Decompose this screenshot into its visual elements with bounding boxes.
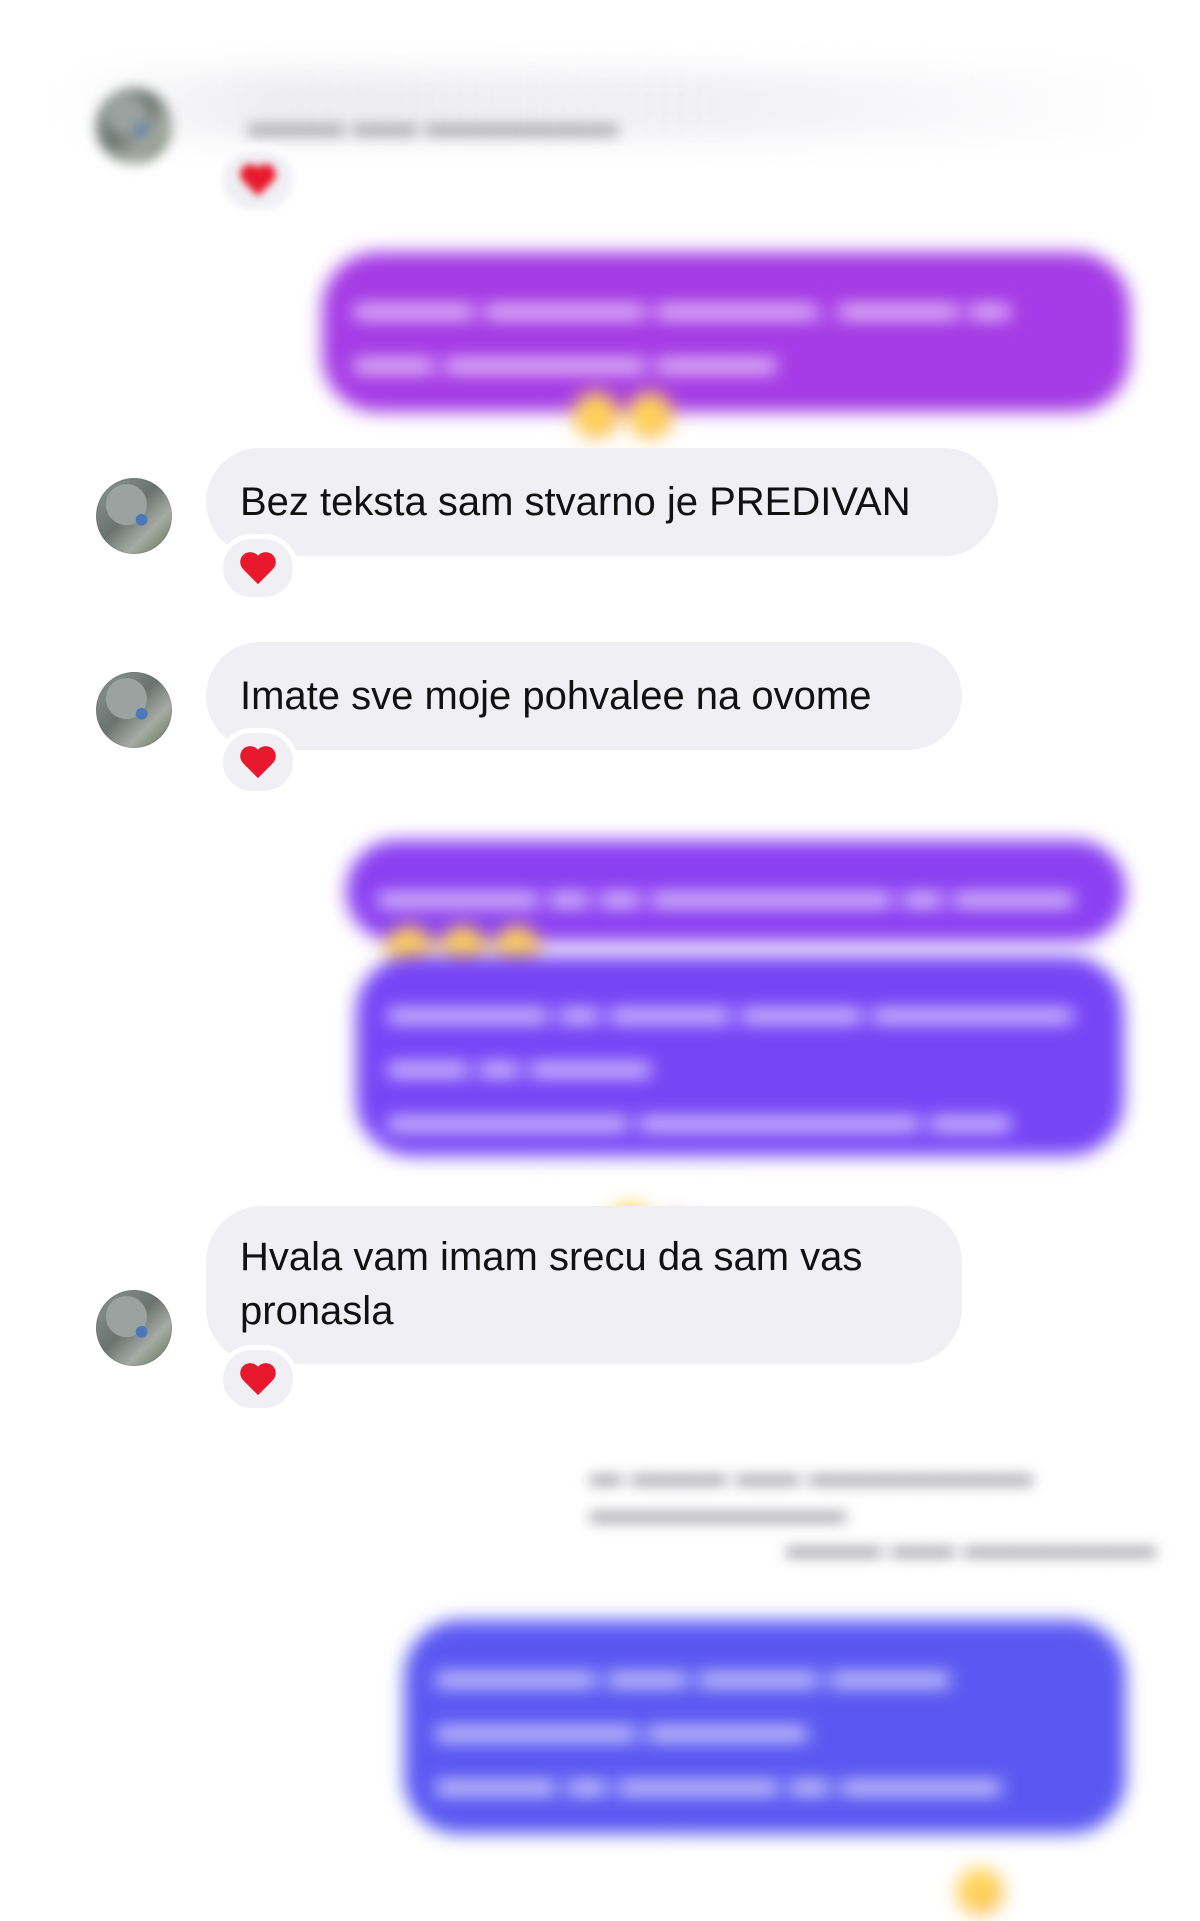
outgoing-message[interactable]: ▬▬▬▬ ▬ ▬▬▬ ▬▬▬ ▬▬▬▬▬ ▬▬ ▬ ▬▬▬ ▬▬▬▬▬▬ ▬▬▬▬… (356, 956, 1124, 1251)
incoming-message[interactable]: Hvala vam imam srecu da sam vas pronasla (206, 1206, 962, 1364)
heart-reaction-badge[interactable] (218, 534, 298, 602)
contact-avatar[interactable] (96, 672, 172, 748)
heart-icon (241, 1364, 275, 1394)
heart-icon (241, 553, 275, 583)
heart-icon (241, 165, 275, 195)
story-unavailable-label: ▬▬▬ ▬▬ ▬▬▬▬▬▬ (786, 1528, 1156, 1564)
emoji-icon (573, 392, 620, 439)
emoji-icon (627, 392, 674, 439)
heart-icon (241, 747, 275, 777)
story-unavailable-label: ▬▬▬ ▬▬ ▬▬▬▬▬▬ (248, 106, 618, 142)
incoming-message[interactable]: Bez teksta sam stvarno je PREDIVAN (206, 448, 998, 556)
heart-reaction-badge[interactable] (218, 1345, 298, 1413)
contact-avatar[interactable] (96, 478, 172, 554)
incoming-message[interactable]: Imate sve moje pohvalee na ovome (206, 642, 962, 750)
contact-avatar[interactable] (96, 1290, 172, 1366)
heart-reaction-badge[interactable] (218, 728, 298, 796)
outgoing-message[interactable]: ▬▬▬▬ ▬▬ ▬▬▬ ▬▬▬ ▬▬▬▬▬ ▬▬▬▬ ▬▬▬ ▬ ▬▬▬▬ ▬ ▬… (404, 1620, 1126, 1915)
outgoing-message[interactable]: ▬▬▬▬ ▬ ▬ ▬▬▬▬▬▬ ▬ ▬▬▬ (346, 840, 1126, 973)
outgoing-message[interactable]: ▬▬▬ ▬▬▬▬ ▬▬▬▬, ▬▬▬ ▬ ▬▬ ▬▬▬▬▬ ▬▬▬ ▬▬▬▬▬ (322, 252, 1130, 439)
contact-avatar[interactable] (96, 88, 172, 164)
emoji-icon (957, 1868, 1004, 1915)
reaction-badge[interactable] (218, 146, 298, 214)
story-mention-label: ▬ ▬▬▬ ▬▬ ▬▬▬▬▬▬▬ ▬▬▬▬▬▬▬▬ (590, 1456, 1033, 1529)
